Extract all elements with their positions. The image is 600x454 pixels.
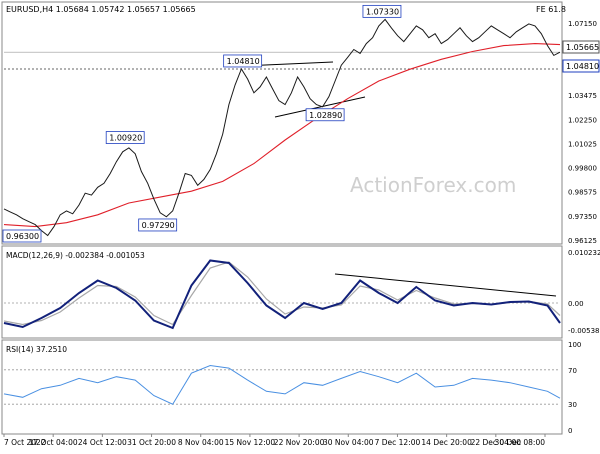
price-tick: 1.07150 [568,20,597,28]
rsi-tick: 70 [568,367,577,375]
price-annotation: 1.04810 [227,57,260,66]
level-price-value: 1.04810 [566,62,599,71]
current-price-value: 1.05665 [566,43,599,52]
time-label: 30 Nov 04:00 [323,438,374,447]
macd-tick: 0.00 [568,300,584,308]
rsi-tick: 30 [568,401,577,409]
price-annotation: 1.02890 [309,111,342,120]
price-annotation: 1.00920 [109,134,142,143]
chart-canvas: EURUSD,H4 1.05684 1.05742 1.05657 1.0566… [1,1,600,447]
rsi-tick: 100 [568,341,581,349]
time-label: 15 Nov 12:00 [225,438,276,447]
ma-line [3,43,561,228]
axis-ticks: 1.07150 1.03475 1.02250 1.01025 0.99800 0.985… [568,20,600,435]
time-label: 22 Nov 20:00 [274,438,325,447]
price-tick: 0.96125 [568,237,597,245]
price-tick: 1.01025 [568,140,597,148]
price-tick: 0.99800 [568,165,597,173]
reference-lines [4,51,560,405]
price-annotation: 0.97290 [142,221,175,230]
rsi-panel-frame [1,339,563,435]
time-label: 30 Dec 08:00 [495,438,546,447]
price-line [3,18,561,237]
price-annotation: 1.07330 [366,7,399,16]
time-axis: 7 Oct 202217 Oct 04:00 24 Oct 12:00 31 Oct… [3,434,546,447]
price-annotation: 0.96300 [6,232,39,241]
price-tick: 1.03475 [568,92,597,100]
time-label: 31 Oct 20:00 [127,438,176,447]
macd-label: MACD(12,26,9) -0.002384 -0.001053 [6,251,145,260]
watermark: ActionForex.com [350,173,516,197]
rsi-line [3,364,561,405]
series-layer [3,18,561,405]
price-tick: 1.02250 [568,116,597,124]
fe-label: FE 61.8 [536,5,566,14]
rsi-label: RSI(14) 37.2510 [6,345,67,354]
macd-tick: -0.005389 [568,327,600,335]
chart-window: EURUSD,H4 1.05684 1.05742 1.05657 1.0566… [0,0,600,450]
time-label: 17 Oct 04:00 [29,438,78,447]
macd-line [3,259,561,330]
macd-tick: 0.010232 [568,249,600,257]
chart-title: EURUSD,H4 1.05684 1.05742 1.05657 1.0566… [6,5,196,14]
time-label: 8 Nov 04:00 [178,438,224,447]
rsi-tick: 0 [568,427,572,435]
time-label: 24 Oct 12:00 [78,438,127,447]
price-tick: 0.98575 [568,189,597,197]
price-tick: 0.97350 [568,213,597,221]
time-label: 7 Dec 12:00 [375,438,421,447]
time-label: 14 Dec 20:00 [421,438,472,447]
